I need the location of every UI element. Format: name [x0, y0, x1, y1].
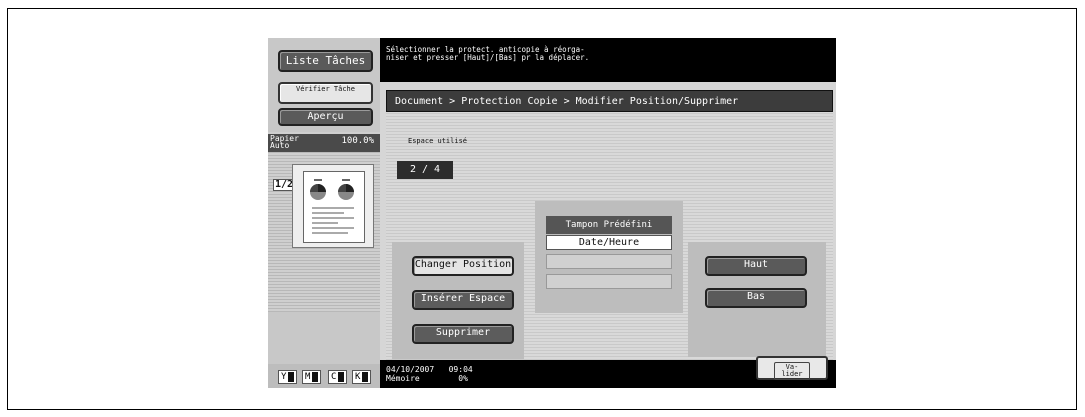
up-button[interactable]: Haut: [705, 256, 807, 276]
thumbnail-content-icon: [310, 179, 354, 234]
validate-button[interactable]: Va- lider: [756, 356, 828, 380]
preview-thumbnail: [292, 164, 374, 248]
breadcrumb: Document > Protection Copie > Modifier P…: [386, 90, 833, 112]
date-time: 04/10/2007 09:04: [386, 365, 473, 374]
space-used-value: 2 / 4: [397, 161, 453, 179]
device-panel: Liste Tâches Vérifier Tâche Aperçu Papie…: [268, 38, 836, 388]
stamp-slot-empty[interactable]: [546, 254, 672, 269]
toner-c: C: [328, 370, 348, 384]
thumbnail-sheet: [303, 171, 365, 243]
validate-label: Va- lider: [774, 362, 810, 380]
toner-status-bar: Y M C K: [268, 364, 380, 388]
toner-y: Y: [278, 370, 298, 384]
space-used-label: Espace utilisé: [408, 137, 468, 145]
change-position-button[interactable]: Changer Position: [412, 256, 514, 276]
instruction-message: Sélectionner la protect. anticopie à réo…: [380, 38, 836, 82]
memory-status: Mémoire 0%: [386, 374, 468, 383]
stamp-list-header: Tampon Prédéfini: [546, 216, 672, 234]
stamp-slot-selected[interactable]: Date/Heure: [546, 235, 672, 250]
down-button[interactable]: Bas: [705, 288, 807, 308]
main-content: Espace utilisé 2 / 4 Tampon Prédéfini Da…: [386, 112, 833, 360]
delete-button[interactable]: Supprimer: [412, 324, 514, 344]
insert-space-button[interactable]: Insérer Espace: [412, 290, 514, 310]
preview-button[interactable]: Aperçu: [278, 108, 373, 126]
paper-info-bar: Papier Auto 100.0%: [268, 134, 380, 152]
job-list-button[interactable]: Liste Tâches: [278, 50, 373, 72]
zoom-value: 100.0%: [341, 136, 374, 146]
paper-label: Papier Auto: [270, 134, 299, 150]
toner-k: K: [352, 370, 372, 384]
stamp-slot-empty[interactable]: [546, 274, 672, 289]
check-job-button[interactable]: Vérifier Tâche: [278, 82, 373, 104]
toner-m: M: [302, 370, 322, 384]
left-sidebar: Liste Tâches Vérifier Tâche Aperçu Papie…: [268, 38, 380, 388]
